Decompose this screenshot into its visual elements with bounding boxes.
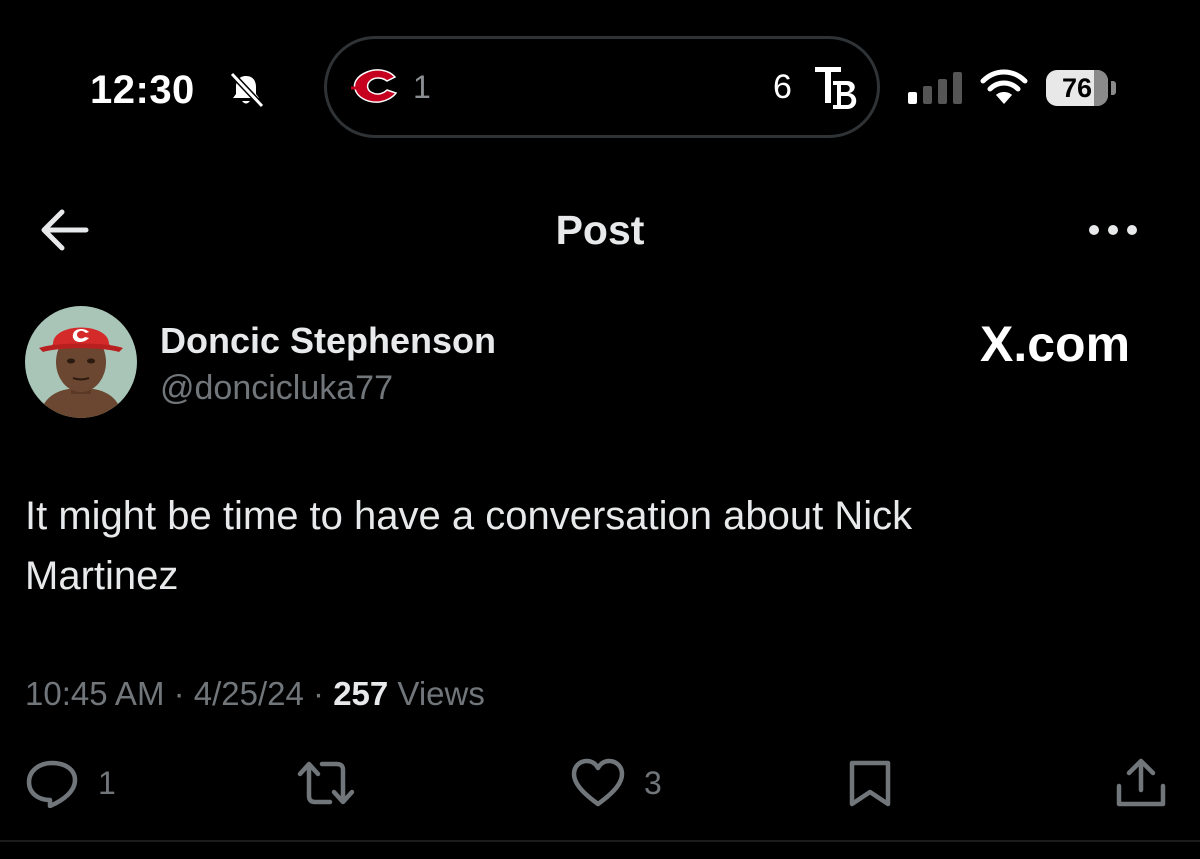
more-ellipsis-icon[interactable] bbox=[1080, 210, 1146, 250]
bell-slash-icon bbox=[229, 71, 265, 109]
battery-level: 76 bbox=[1061, 73, 1093, 103]
post-meta: 10:45 AM · 4/25/24 · 257 Views bbox=[25, 670, 485, 718]
rays-tb-logo-icon bbox=[815, 67, 857, 109]
views-label: Views bbox=[388, 675, 485, 712]
bookmark-icon bbox=[849, 760, 891, 807]
divider bbox=[0, 840, 1200, 842]
reply-icon bbox=[26, 760, 78, 808]
share-icon bbox=[1116, 758, 1166, 807]
retweet-button[interactable] bbox=[296, 758, 356, 808]
like-count: 3 bbox=[644, 765, 662, 801]
post-time: 10:45 AM bbox=[25, 675, 165, 712]
page-title: Post bbox=[555, 207, 645, 253]
author-handle[interactable]: @doncicluka77 bbox=[160, 366, 393, 410]
heart-icon bbox=[571, 758, 625, 807]
reds-c-logo-icon bbox=[351, 69, 398, 103]
post-text: It might be time to have a conversation … bbox=[25, 494, 913, 598]
author-display-name[interactable]: Doncic Stephenson bbox=[160, 318, 496, 364]
cellular-signal-icon bbox=[908, 72, 962, 104]
wifi-icon bbox=[980, 69, 1028, 104]
views-count: 257 bbox=[333, 675, 389, 712]
like-button[interactable]: 3 bbox=[570, 758, 662, 808]
avatar[interactable] bbox=[25, 306, 137, 418]
x-com-watermark: X.com bbox=[980, 316, 1131, 372]
battery-icon: 76 bbox=[1046, 70, 1108, 106]
retweet-icon bbox=[297, 761, 355, 805]
views-link[interactable]: 257 Views bbox=[333, 675, 485, 712]
share-button[interactable] bbox=[1114, 758, 1168, 808]
away-score: 1 bbox=[413, 69, 431, 105]
live-activity-island[interactable]: 1 6 bbox=[324, 36, 880, 138]
status-time: 12:30 bbox=[90, 68, 195, 112]
home-score: 6 bbox=[773, 68, 792, 106]
bookmark-button[interactable] bbox=[846, 758, 894, 808]
reply-button[interactable]: 1 bbox=[24, 758, 116, 808]
meta-separator: · bbox=[303, 675, 334, 712]
reply-count: 1 bbox=[98, 765, 116, 801]
post-date: 4/25/24 bbox=[193, 675, 304, 712]
battery-nub bbox=[1111, 81, 1116, 95]
avatar-image bbox=[25, 306, 137, 418]
meta-separator: · bbox=[164, 675, 194, 712]
